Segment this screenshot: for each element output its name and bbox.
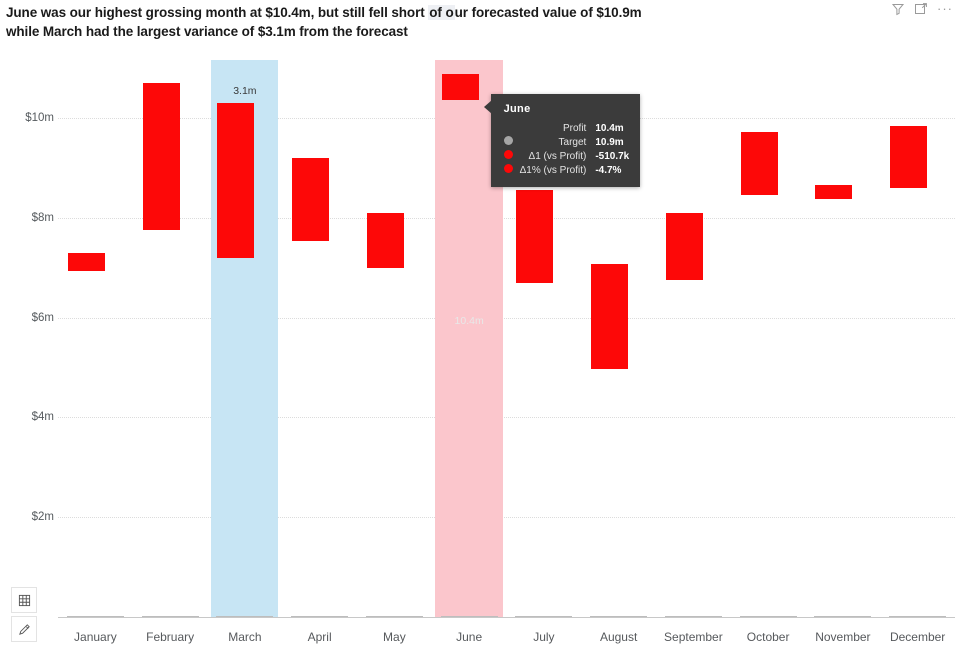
bar-column-august[interactable] — [591, 264, 646, 617]
x-axis-tick-october: October — [746, 630, 790, 644]
x-axis-tick-july: July — [533, 630, 555, 644]
x-axis-line — [58, 617, 955, 618]
x-axis-tick-march: March — [228, 630, 262, 644]
tooltip-row: Profit 10.4m — [504, 122, 630, 135]
variance-bar[interactable] — [142, 83, 180, 231]
y-axis-tick: $6m — [31, 311, 54, 324]
tooltip-value: 10.9m — [595, 136, 624, 148]
variance-bar[interactable] — [665, 212, 703, 281]
filter-icon[interactable] — [891, 2, 905, 16]
bar-column-october[interactable] — [740, 132, 796, 617]
chart-plot-area: 3.1m 10.4m $2m $4m $6m $8m $10m January Februa… — [0, 46, 957, 648]
table-view-icon — [18, 594, 31, 607]
bar-column-july[interactable] — [516, 190, 571, 617]
x-axis-tick-may: May — [383, 630, 406, 644]
tooltip-value: -4.7% — [595, 164, 622, 176]
bar-column-november[interactable] — [815, 185, 870, 617]
x-axis-tick-september: September — [664, 630, 723, 644]
x-axis-tick-november: November — [815, 630, 871, 644]
tooltip-marker — [503, 149, 520, 163]
x-axis-tick-august: August — [599, 630, 638, 644]
variance-bar[interactable] — [815, 185, 853, 199]
x-axis-tick-january: January — [74, 630, 117, 644]
tooltip-value: -510.7k — [595, 150, 630, 162]
tooltip-title: June — [503, 103, 531, 116]
variance-bar[interactable] — [292, 157, 330, 242]
data-label-june: 10.4m — [454, 315, 484, 328]
tooltip-label: Profit — [562, 123, 587, 135]
tooltip-arrow — [483, 100, 492, 115]
focus-mode-icon[interactable] — [914, 2, 928, 16]
more-options-icon[interactable]: ··· — [937, 2, 953, 15]
bar-column-january[interactable] — [67, 252, 123, 617]
data-label-march: 3.1m — [233, 85, 257, 98]
bar-column-march[interactable] — [217, 103, 272, 617]
y-axis-tick: $8m — [31, 211, 54, 224]
variance-bar[interactable] — [890, 125, 928, 188]
table-view-button[interactable] — [11, 587, 37, 613]
tooltip-row: Target 10.9m — [503, 135, 630, 149]
y-axis-tick: $4m — [31, 411, 54, 424]
bar-column-may[interactable] — [366, 212, 422, 617]
y-axis-tick: $10m — [25, 112, 54, 124]
bar-column-april[interactable] — [292, 157, 347, 617]
variance-bar[interactable] — [516, 190, 554, 283]
legend-dot-icon — [503, 164, 513, 174]
tooltip-marker — [503, 163, 520, 177]
x-axis-tick-april: April — [307, 630, 332, 644]
tooltip-label: Δ1 (vs Profit) — [528, 150, 587, 162]
x-axis-tick-june: June — [456, 630, 483, 644]
legend-dot-icon — [503, 136, 513, 146]
tooltip: June Profit 10.4m Target 10.9m Δ1 (vs Profit… — [483, 94, 641, 188]
y-axis-tick: $2m — [31, 511, 54, 524]
bar-column-february[interactable] — [142, 83, 198, 617]
variance-bar[interactable] — [67, 252, 105, 272]
variance-bar[interactable] — [591, 264, 629, 369]
edit-button[interactable] — [11, 616, 37, 642]
visual-header: June was our highest grossing month at $… — [0, 0, 957, 46]
variance-bar[interactable] — [441, 74, 479, 101]
tooltip-label: Δ1% (vs Profit) — [519, 164, 587, 176]
bar-column-june[interactable] — [441, 74, 497, 617]
edit-pencil-icon — [18, 623, 31, 636]
variance-bar[interactable] — [366, 212, 404, 268]
tooltip-marker — [503, 135, 520, 149]
page-title: June was our highest grossing month at $… — [6, 3, 886, 41]
legend-dot-icon — [503, 150, 513, 160]
variance-bar[interactable] — [217, 103, 255, 258]
title-line1-part-a: June was our highest grossing month at $… — [6, 5, 429, 20]
bar-column-september[interactable] — [665, 212, 721, 617]
variance-bar[interactable] — [740, 132, 778, 196]
x-axis-tick-february: February — [146, 630, 195, 644]
title-line1-part-b: ur forecasted value of $10.9m — [454, 5, 642, 20]
tooltip-value: 10.4m — [595, 123, 624, 135]
title-line2: while March had the largest variance of … — [6, 24, 408, 39]
bar-column-december[interactable] — [890, 125, 945, 617]
tooltip-marker — [504, 122, 520, 135]
tooltip-row: Δ1% (vs Profit) -4.7% — [503, 163, 630, 177]
tooltip-rows: Profit 10.4m Target 10.9m Δ1 (vs Profit) -510… — [503, 122, 630, 177]
title-line1-highlight: of o — [428, 5, 455, 20]
header-icon-group: ··· — [891, 2, 953, 16]
tooltip-label: Target — [558, 136, 587, 148]
tooltip-row: Δ1 (vs Profit) -510.7k — [503, 149, 630, 163]
x-axis-tick-december: December — [889, 630, 946, 644]
